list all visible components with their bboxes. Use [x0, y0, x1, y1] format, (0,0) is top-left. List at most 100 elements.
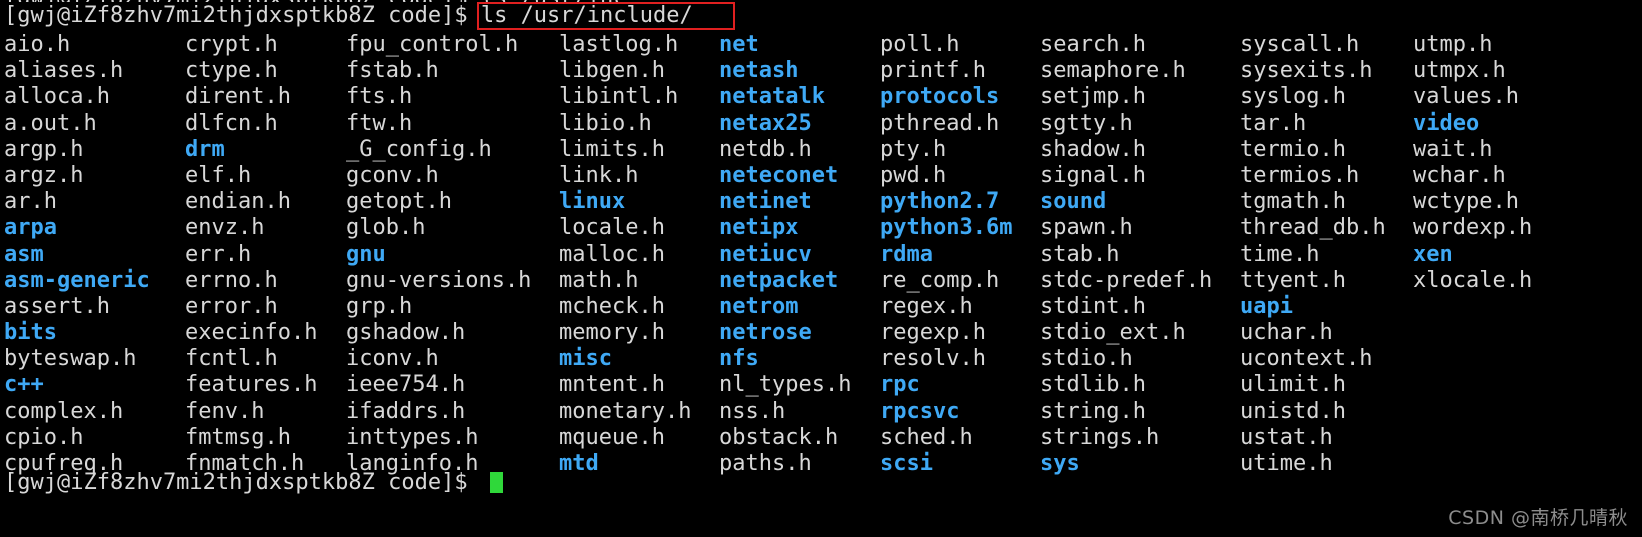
listing-file: semaphore.h — [1040, 58, 1186, 84]
listing-file: netdb.h — [719, 136, 812, 162]
listing-file: grp.h — [346, 293, 413, 319]
listing-file: thread_db.h — [1240, 215, 1386, 241]
listing-file: fts.h — [346, 84, 413, 110]
listing-file: ar.h — [4, 189, 57, 215]
listing-file: math.h — [559, 267, 639, 293]
listing-directory: mtd — [559, 451, 599, 476]
listing-file: ustat.h — [1240, 424, 1333, 450]
shell-prompt: [gwj@iZf8zhv7mi2thjdxsptkb8Z code]$ — [4, 3, 481, 28]
listing-file: gshadow.h — [346, 320, 466, 346]
listing-directory: arpa — [4, 215, 57, 241]
listing-column: aio.h aliases.h alloca.h a.out.h argp.h argz.… — [4, 32, 150, 477]
listing-file: values.h — [1413, 84, 1519, 110]
previous-prompt-line: [gwj@iZf8zhv7mi2thjdxsptkb8Z code]$ ls /… — [4, 0, 627, 2]
listing-file: ifaddrs.h — [346, 398, 466, 424]
text-cursor — [489, 472, 503, 493]
listing-file: elf.h — [185, 162, 252, 188]
listing-file: regex.h — [880, 293, 973, 319]
listing-file: xlocale.h — [1413, 267, 1533, 293]
listing-directory: netipx — [719, 215, 799, 241]
listing-file: time.h — [1240, 241, 1320, 267]
listing-file: strings.h — [1040, 424, 1160, 450]
listing-file: mntent.h — [559, 372, 665, 398]
listing-file: sysexits.h — [1240, 58, 1373, 84]
listing-column: fpu_control.h fstab.h fts.h ftw.h _G_config.… — [346, 32, 531, 477]
listing-file: tar.h — [1240, 110, 1307, 136]
listing-file: libgen.h — [559, 58, 665, 84]
listing-directory: sound — [1040, 189, 1107, 215]
listing-file: spawn.h — [1040, 215, 1133, 241]
listing-file: sgtty.h — [1040, 110, 1133, 136]
listing-directory: drm — [185, 136, 225, 162]
listing-file: tgmath.h — [1240, 189, 1346, 215]
listing-file: gnu-versions.h — [346, 267, 532, 293]
listing-file: utmpx.h — [1413, 58, 1506, 84]
listing-file: malloc.h — [559, 241, 665, 267]
listing-file: stab.h — [1040, 241, 1120, 267]
listing-directory: scsi — [880, 451, 933, 476]
listing-file: alloca.h — [4, 84, 110, 110]
listing-directory: misc — [559, 346, 612, 372]
listing-file: nl_types.h — [719, 372, 852, 398]
listing-file: envz.h — [185, 215, 265, 241]
listing-directory: netax25 — [719, 110, 812, 136]
listing-directory: netrose — [719, 320, 812, 346]
listing-directory: netash — [719, 58, 799, 84]
listing-file: paths.h — [719, 451, 812, 476]
listing-file: gconv.h — [346, 162, 439, 188]
listing-file: wchar.h — [1413, 162, 1506, 188]
listing-file: mcheck.h — [559, 293, 665, 319]
listing-file: syslog.h — [1240, 84, 1346, 110]
listing-file: ulimit.h — [1240, 372, 1346, 398]
listing-directory: video — [1413, 110, 1480, 136]
listing-file: locale.h — [559, 215, 665, 241]
typed-command[interactable]: ls /usr/include/ — [481, 3, 693, 28]
listing-file: monetary.h — [559, 398, 692, 424]
listing-directory: netatalk — [719, 84, 825, 110]
terminal-window[interactable]: [gwj@iZf8zhv7mi2thjdxsptkb8Z code]$ ls /… — [0, 0, 1642, 537]
listing-file: features.h — [185, 372, 318, 398]
listing-file: error.h — [185, 293, 278, 319]
listing-file: stdint.h — [1040, 293, 1146, 319]
shell-prompt-trailing: [gwj@iZf8zhv7mi2thjdxsptkb8Z code]$ — [4, 470, 481, 495]
listing-file: poll.h — [880, 32, 960, 57]
listing-directory: asm-generic — [4, 267, 150, 293]
listing-file: pthread.h — [880, 110, 1000, 136]
listing-file: dlfcn.h — [185, 110, 278, 136]
listing-file: lastlog.h — [559, 32, 679, 57]
listing-file: aio.h — [4, 32, 71, 57]
listing-file: link.h — [559, 162, 639, 188]
listing-directory: nfs — [719, 346, 759, 372]
listing-column: poll.h printf.h protocols pthread.h pty.h pwd… — [880, 32, 1012, 477]
listing-file: complex.h — [4, 398, 124, 424]
listing-file: cpio.h — [4, 424, 84, 450]
listing-directory: python3.6m — [880, 215, 1013, 241]
listing-file: stdc-predef.h — [1040, 267, 1213, 293]
listing-file: pty.h — [880, 136, 947, 162]
listing-directory: python2.7 — [880, 189, 1000, 215]
listing-file: sched.h — [880, 424, 973, 450]
listing-file: setjmp.h — [1040, 84, 1146, 110]
listing-directory: linux — [559, 189, 626, 215]
listing-directory: netpacket — [719, 267, 839, 293]
previous-prompt-text: [gwj@iZf8zhv7mi2thjdxsptkb8Z code]$ ls /… — [4, 0, 627, 2]
listing-file: limits.h — [559, 136, 665, 162]
listing-file: syscall.h — [1240, 32, 1360, 57]
listing-file: fcntl.h — [185, 346, 278, 372]
listing-column: syscall.h sysexits.h syslog.h tar.h termio.h… — [1240, 32, 1386, 477]
listing-file: ucontext.h — [1240, 346, 1373, 372]
listing-file: search.h — [1040, 32, 1146, 57]
listing-column: crypt.h ctype.h dirent.h dlfcn.h drm elf.h end… — [185, 32, 317, 477]
listing-file: inttypes.h — [346, 424, 479, 450]
listing-file: unistd.h — [1240, 398, 1346, 424]
listing-file: fenv.h — [185, 398, 265, 424]
listing-file: glob.h — [346, 215, 426, 241]
listing-directory: rdma — [880, 241, 933, 267]
listing-directory: netiucv — [719, 241, 812, 267]
listing-file: regexp.h — [880, 320, 986, 346]
listing-file: utime.h — [1240, 451, 1333, 476]
listing-file: string.h — [1040, 398, 1146, 424]
listing-file: ctype.h — [185, 58, 278, 84]
listing-file: termio.h — [1240, 136, 1346, 162]
listing-directory: protocols — [880, 84, 1000, 110]
